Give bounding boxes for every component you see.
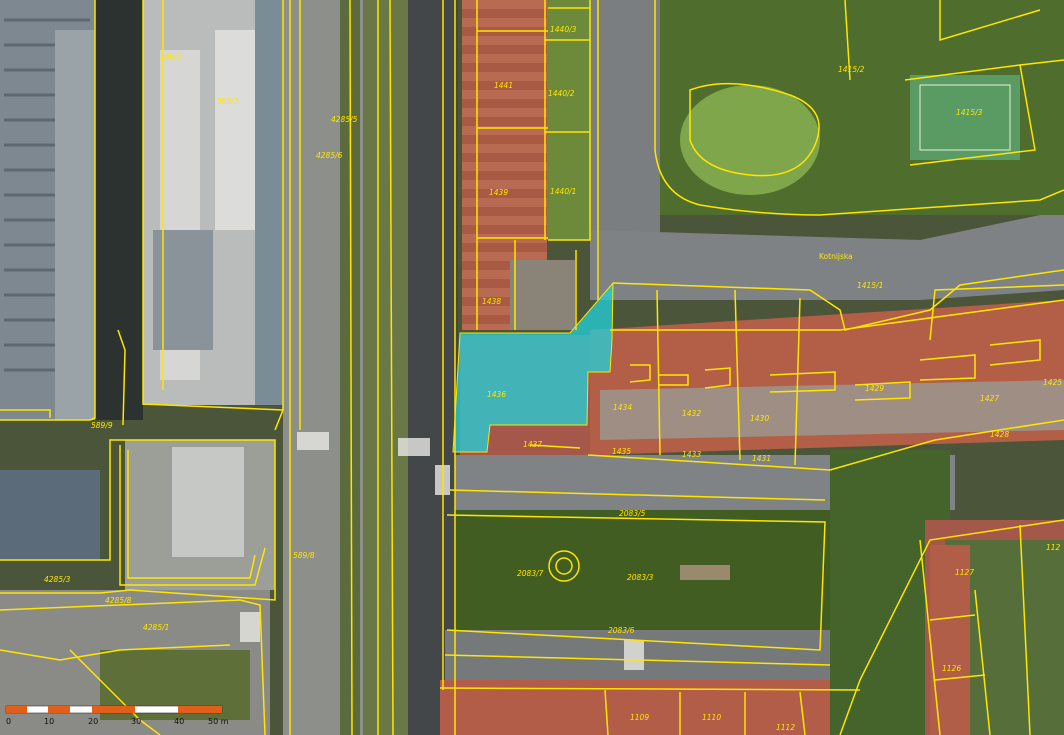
scale-tick-label: 10 [44,717,54,726]
scale-tick-label: 40 [174,717,184,726]
map-canvas[interactable]: 1440/3 1440/2 1440/1 1441 1439 1438 1436… [0,0,1064,735]
parcel-label: 1436 [487,390,506,399]
scale-tick-label: 50 m [208,717,229,726]
parcel-label: 1425 [1043,378,1062,387]
parcel-label: 1439 [489,188,508,197]
parcel-label: 4285/5 [331,115,358,124]
parcel-label: 1430 [750,414,769,423]
parcel-label: 1438 [482,297,501,306]
parcel-label: 1429 [865,384,884,393]
parcel-label: 589/9 [91,421,113,430]
scale-tick-label: 20 [88,717,98,726]
parcel-label: 1415/1 [857,281,883,290]
parcel-label: 2083/3 [627,573,654,582]
parcel-label: 1415/2 [838,65,865,74]
parcel-label: 2083/7 [517,569,544,578]
parcel-label: 1431 [752,454,771,463]
parcel-label: 4285/3 [44,575,71,584]
parcel-label: 4285/1 [143,623,169,632]
scale-segment [178,706,222,713]
parcel-label: 589/2 [160,52,182,61]
parcel-label: 2083/5 [619,509,646,518]
parcel-label: 1432 [682,409,701,418]
parcel-label: 1428 [990,430,1009,439]
cadastral-map[interactable]: 1440/3 1440/2 1440/1 1441 1439 1438 1436… [0,0,1064,735]
parcel-label: 4285/8 [105,596,132,605]
parcel-label: 1112 [776,723,795,732]
parcel-label: 1440/3 [550,25,577,34]
parcel-label: 4285/6 [316,151,343,160]
parcel-label: 1434 [613,403,632,412]
scale-segment [48,706,70,713]
parcel-label: 2083/6 [608,626,635,635]
scale-segment [92,706,135,713]
street-label: Kotnijska [819,252,853,261]
scale-tick-label: 0 [6,717,11,726]
parcel-label: 1435 [612,447,631,456]
parcel-label: 1127 [955,568,974,577]
parcel-label: 1437 [523,440,542,449]
parcel-label: 1440/1 [550,187,576,196]
parcel-label: 1440/2 [548,89,575,98]
parcel-label: 1427 [980,394,999,403]
parcel-label: 589/3 [217,97,239,106]
scale-segment [6,706,27,713]
parcel-label: 1415/3 [956,108,983,117]
scale-tick-label: 30 [131,717,141,726]
parcel-label: 1126 [942,664,961,673]
parcel-label: 589/8 [293,551,315,560]
parcel-label: 1109 [630,713,649,722]
parcel-label: 1110 [702,713,721,722]
parcel-label: 112 [1046,543,1061,552]
parcel-label: 1441 [494,81,513,90]
parcel-label: 1433 [682,450,701,459]
